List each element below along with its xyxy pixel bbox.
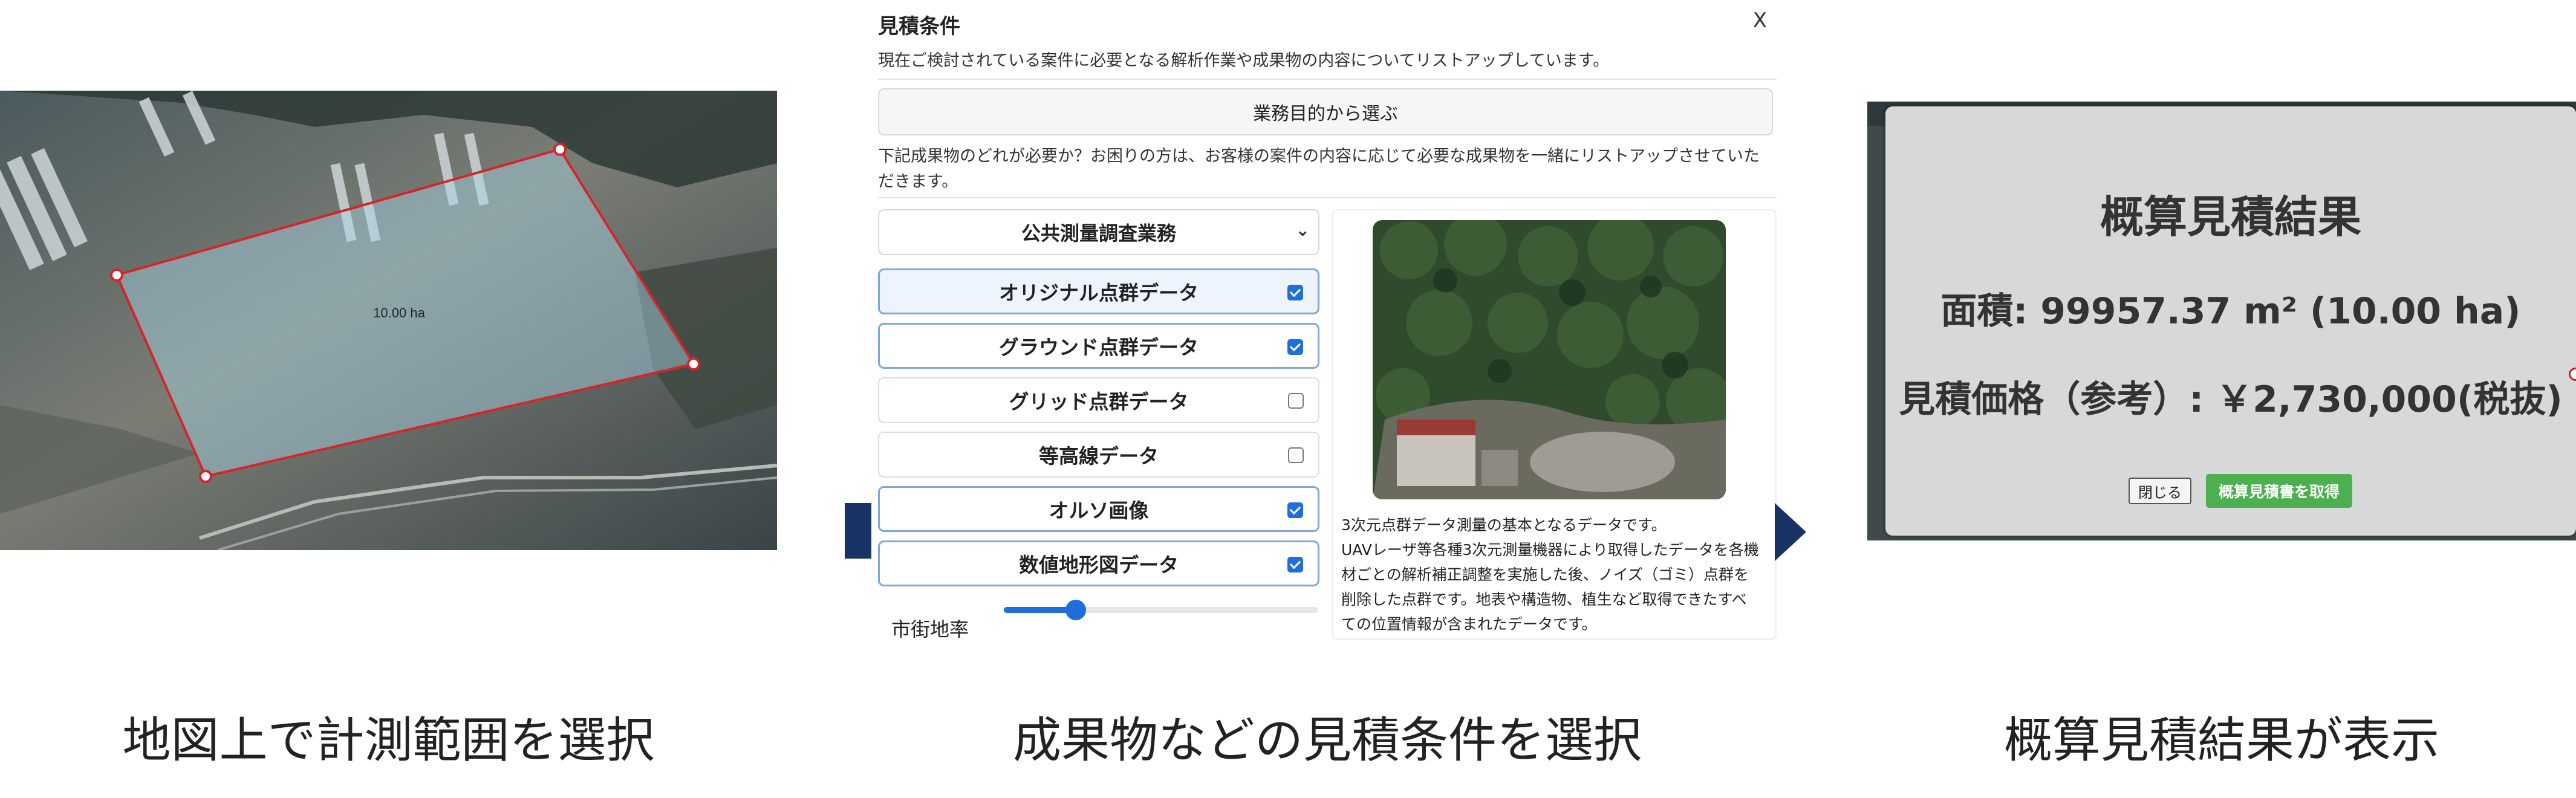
- description-line: 削除した点群です。地表や構造物、植生など取得できたすべ: [1341, 591, 1747, 608]
- deliverable-option-ortho[interactable]: オルソ画像: [878, 486, 1319, 532]
- option-label: グラウンド点群データ: [999, 336, 1199, 359]
- checkbox-checked[interactable]: [1287, 339, 1303, 355]
- nav-tab-marker: [845, 503, 871, 559]
- option-label: グリッド点群データ: [1009, 390, 1189, 414]
- deliverable-option-ground-pointcloud[interactable]: グラウンド点群データ: [878, 323, 1319, 369]
- checkbox-checked[interactable]: [1287, 285, 1303, 300]
- vertex-handle: [110, 268, 123, 282]
- caption-step2: 成果物などの見積条件を選択: [1013, 712, 1642, 768]
- checkbox-checked[interactable]: [1287, 502, 1303, 518]
- divider: [878, 79, 1777, 80]
- result-title: 概算見積結果: [2100, 192, 2361, 242]
- estimate-conditions-dialog: 見積条件 X 現在ご検討されている案件に必要となる解析作業や成果物の内容について…: [877, 0, 1778, 641]
- checkbox-unchecked[interactable]: [1288, 447, 1304, 463]
- urban-ratio-label: 市街地率: [891, 618, 969, 641]
- dialog-title: 見積条件: [878, 15, 960, 39]
- result-modal: 概算見積結果 面積: 99957.37 m² (10.00 ha) 見積価格（参…: [1885, 106, 2576, 536]
- estimate-result-view: 概算見積結果 面積: 99957.37 m² (10.00 ha) 見積価格（参…: [1867, 102, 2576, 540]
- caption-step1: 地図上で計測範囲を選択: [122, 712, 655, 768]
- arrow-right-icon: [1775, 503, 1806, 561]
- vertex-handle: [199, 470, 212, 483]
- description-line: 3次元点群データ測量の基本となるデータです。: [1341, 516, 1667, 534]
- area-label: 10.00 ha: [373, 305, 425, 320]
- vertex-handle: [687, 357, 700, 371]
- caption-step3: 概算見積結果が表示: [2004, 712, 2439, 768]
- divider: [878, 197, 1777, 198]
- deliverable-option-grid-pointcloud[interactable]: グリッド点群データ: [878, 377, 1319, 423]
- get-estimate-button[interactable]: 概算見積書を取得: [2206, 474, 2352, 508]
- description-line: UAVレーザ等各種3次元測量機器により取得したデータを各機: [1341, 541, 1759, 559]
- select-by-purpose-button[interactable]: 業務目的から選ぶ: [878, 88, 1773, 135]
- description-line: 材ごとの解析補正調整を実施した後、ノイズ（ゴミ）点群を: [1341, 566, 1749, 583]
- close-button[interactable]: X: [1753, 8, 1767, 33]
- deliverable-option-digital-map[interactable]: 数値地形図データ: [878, 540, 1319, 586]
- chevron-down-icon: ⌄: [1295, 220, 1310, 240]
- vertex-handle: [553, 143, 567, 156]
- option-label: オリジナル点群データ: [999, 281, 1199, 305]
- result-area: 面積: 99957.37 m² (10.00 ha): [1940, 290, 2521, 332]
- deliverable-option-original-pointcloud[interactable]: オリジナル点群データ: [878, 268, 1319, 314]
- option-label: オルソ画像: [1049, 499, 1149, 522]
- checkbox-checked[interactable]: [1287, 557, 1303, 573]
- guidance-note: 下記成果物のどれが必要か？お困りの方は、お客様の案件の内容に応じて必要な成果物を…: [878, 147, 1760, 191]
- survey-type-value: 公共測量調査業務: [1021, 222, 1176, 245]
- option-label: 数値地形図データ: [1019, 553, 1179, 577]
- deliverable-description: 3次元点群データ測量の基本となるデータです。 UAVレーザ等各種3次元測量機器に…: [1341, 513, 1771, 637]
- aerial-forest-photo: [1373, 220, 1726, 499]
- map-view[interactable]: 10.00 ha: [0, 91, 777, 550]
- result-price: 見積価格（参考）: ￥2,730,000(税抜): [1899, 378, 2563, 421]
- checkbox-unchecked[interactable]: [1288, 393, 1304, 409]
- description-line: ての位置情報が含まれたデータです。: [1341, 615, 1597, 633]
- option-label: 等高線データ: [1039, 444, 1159, 468]
- deliverable-option-contour[interactable]: 等高線データ: [878, 432, 1319, 478]
- dialog-description: 現在ご検討されている案件に必要となる解析作業や成果物の内容についてリストアップし…: [878, 51, 1610, 70]
- survey-type-select[interactable]: 公共測量調査業務 ⌄: [878, 209, 1319, 255]
- urban-ratio-slider-handle[interactable]: [1065, 600, 1086, 620]
- close-button[interactable]: 閉じる: [2129, 478, 2191, 504]
